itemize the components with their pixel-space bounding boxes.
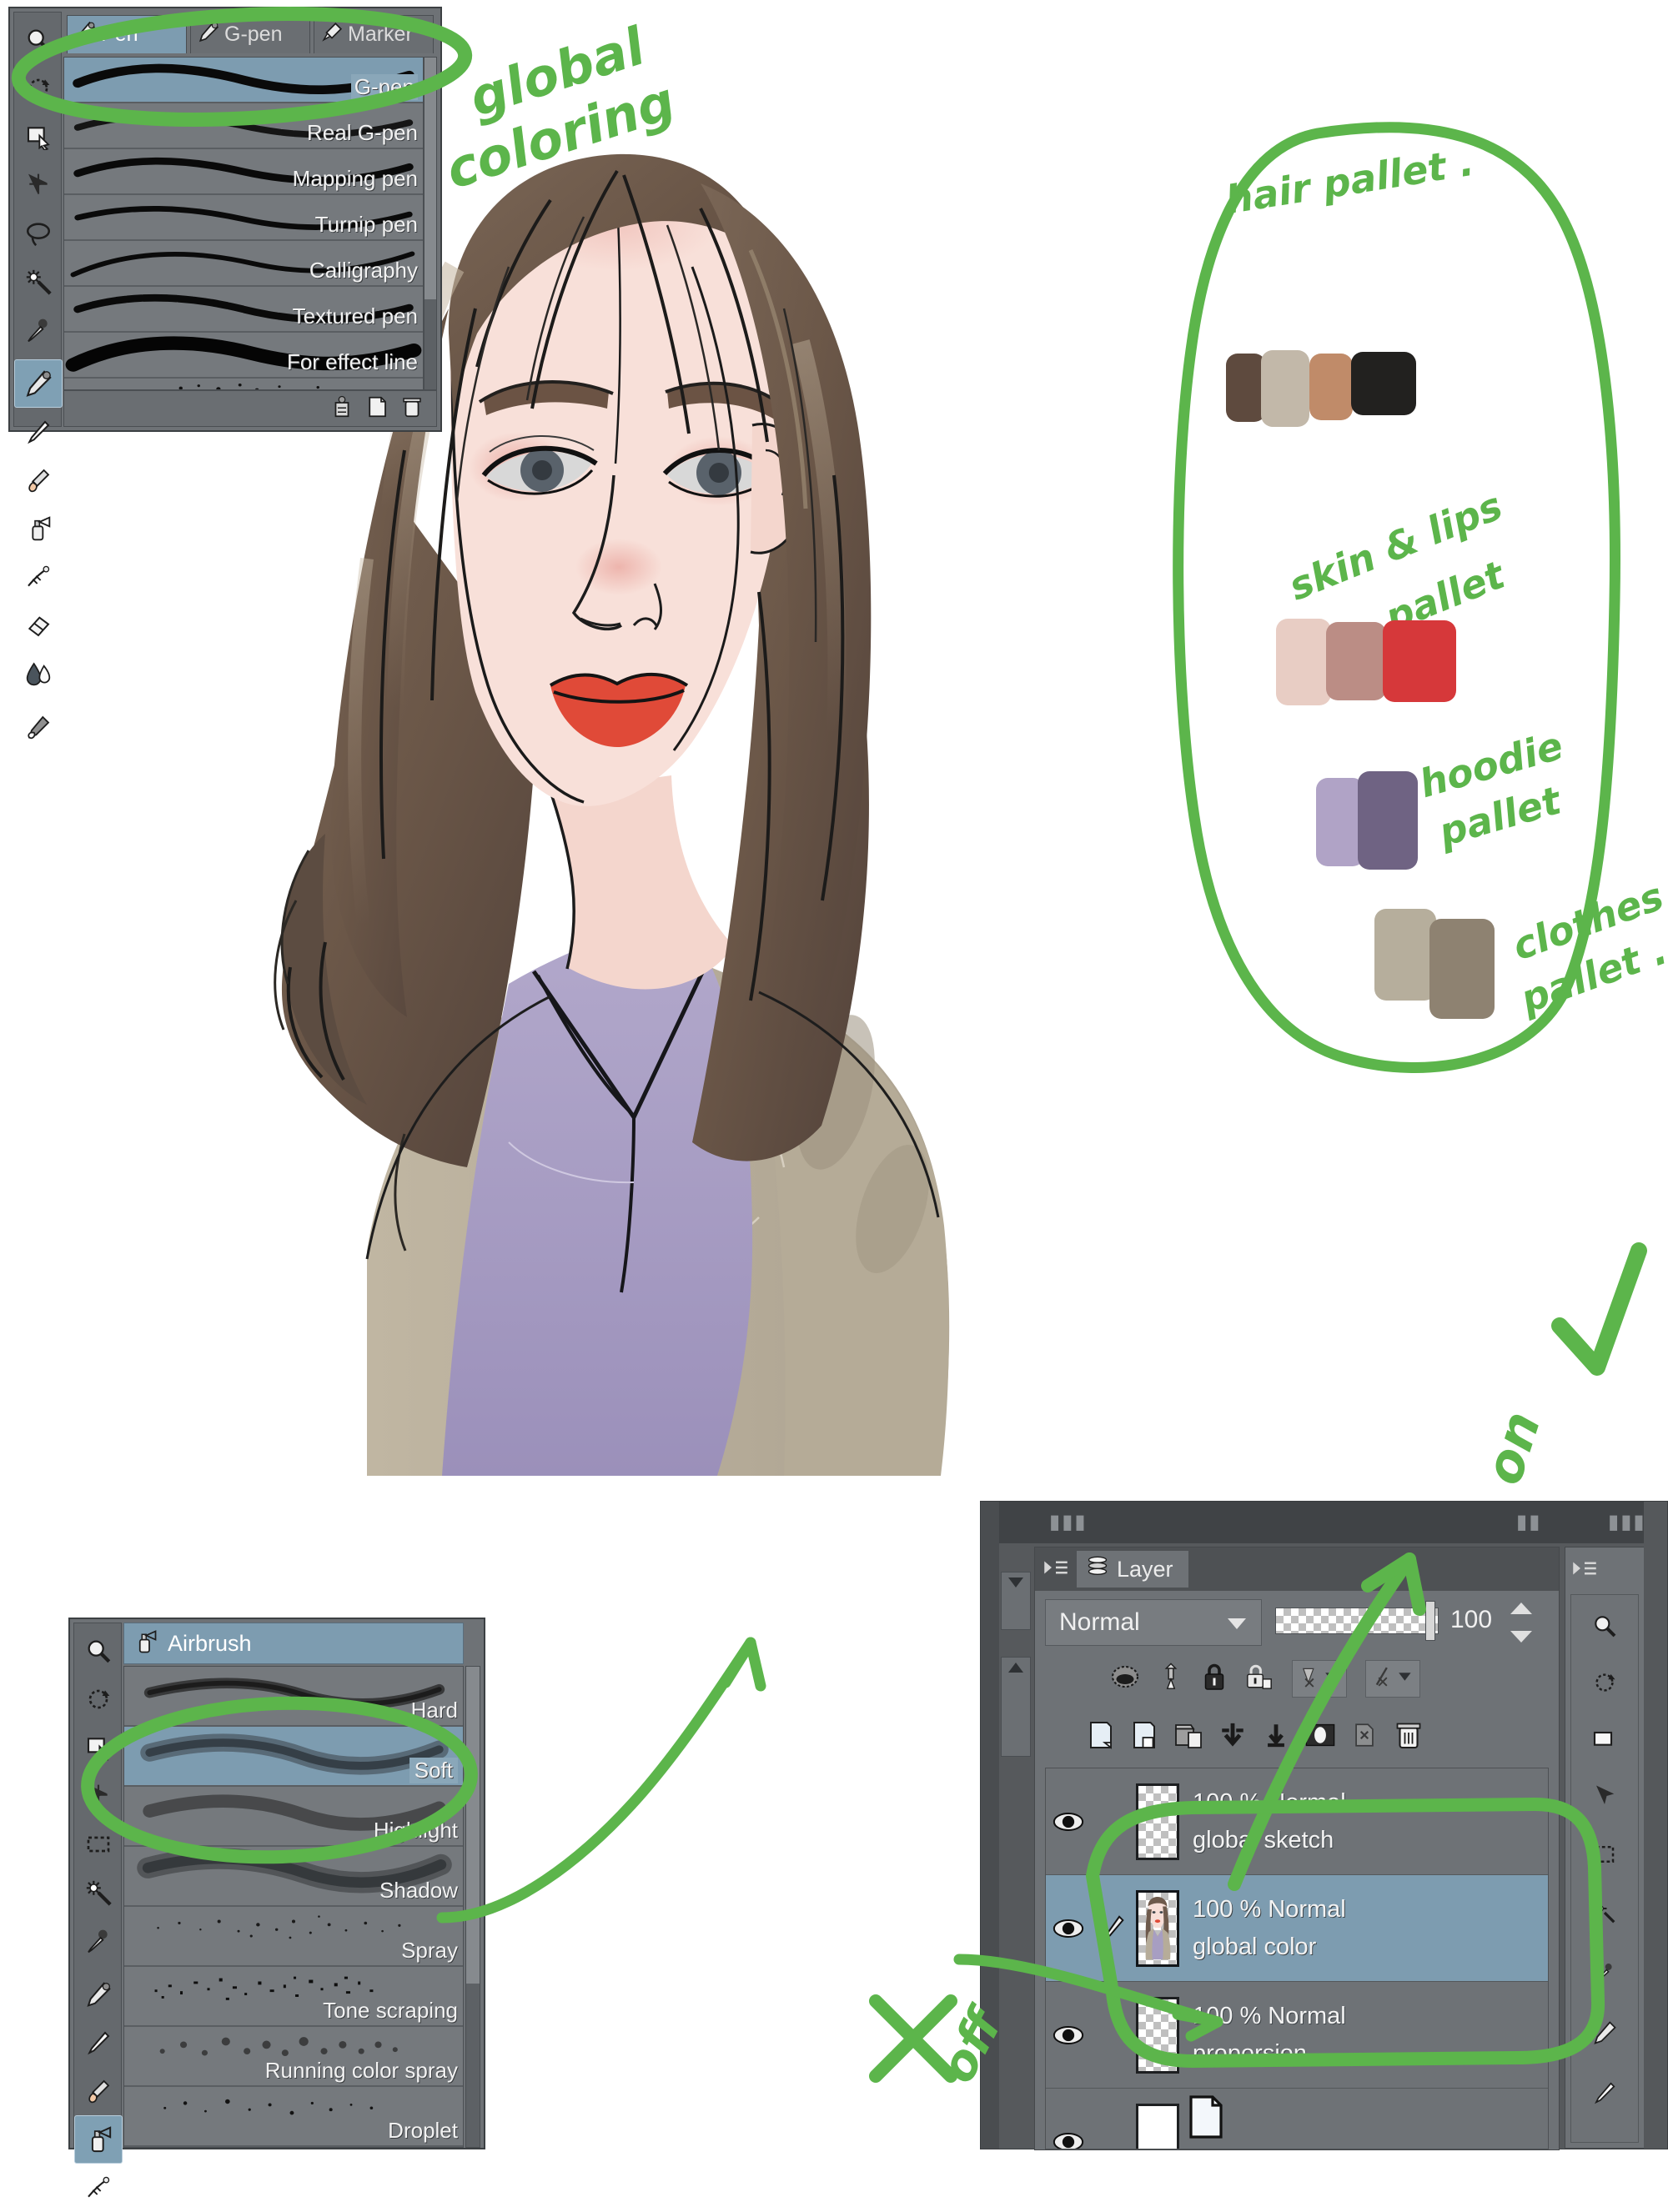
palette-menu-icon[interactable] [1043, 1557, 1068, 1582]
rotate-icon[interactable] [1580, 1658, 1629, 1707]
opacity-stepper[interactable] [1510, 1599, 1532, 1646]
hoodie-palette-swatches [1316, 771, 1466, 871]
annotation-arrow-softbrush [436, 1637, 766, 1924]
hair-palette-swatches [1226, 350, 1460, 427]
brush-item[interactable]: For effect line [64, 333, 423, 379]
window-grip-left[interactable] [981, 1502, 999, 2149]
brush-label: Running color spray [264, 2058, 458, 2083]
swatch [1261, 350, 1309, 427]
visibility-toggle[interactable] [1046, 2131, 1091, 2149]
clothes-palette-swatches [1374, 909, 1541, 1019]
brush-item[interactable]: Running color spray [124, 2027, 463, 2087]
drag-handle-icon[interactable]: ▮▮ [1516, 1510, 1541, 1534]
eraser-icon[interactable] [14, 601, 63, 650]
brush-tool-icon[interactable] [74, 2067, 123, 2115]
gradient-icon[interactable] [14, 703, 63, 751]
brush-item[interactable]: Turnip pen [64, 195, 423, 241]
brush-item[interactable]: Spray [124, 1907, 463, 1967]
table-row[interactable]: Paper [1046, 2089, 1548, 2149]
decoration-icon[interactable] [74, 2164, 123, 2212]
drag-handle-icon[interactable]: ▮▮▮ [1608, 1510, 1646, 1534]
brush-label: Turnip pen [314, 212, 418, 237]
decoration-icon[interactable] [14, 553, 63, 601]
airbrush-header[interactable]: Airbrush [123, 1623, 464, 1664]
swatch [1374, 909, 1436, 1001]
pencil-icon[interactable] [14, 408, 63, 456]
brush-label: Mapping pen [292, 166, 418, 191]
collapse-arrow-left[interactable] [1001, 1572, 1031, 1630]
palette-menu-icon[interactable] [1565, 1547, 1644, 1589]
expand-arrow-left[interactable] [1001, 1657, 1031, 1757]
swatch [1276, 619, 1331, 705]
brush-item[interactable]: DISTRESS • Scratches Random ( [64, 379, 423, 389]
brush-label: Textured pen [292, 303, 418, 329]
pen-tool-icon[interactable] [74, 1970, 123, 2019]
brush-item[interactable]: Calligraphy [64, 241, 423, 287]
airbrush-header-label: Airbrush [168, 1630, 252, 1656]
import-brush-icon[interactable] [329, 394, 354, 424]
brush-panel-footer[interactable] [63, 390, 437, 427]
swatch [1326, 622, 1386, 700]
paper-icon [1188, 2095, 1252, 2149]
blend-icon[interactable] [14, 650, 63, 698]
swatch [1358, 771, 1418, 870]
new-brush-icon[interactable] [364, 394, 389, 424]
pencil-icon[interactable] [74, 2019, 123, 2067]
object-select-icon[interactable] [14, 161, 63, 209]
brush-tool-icon[interactable] [14, 456, 63, 504]
annotation-circle-gpen [11, 7, 473, 127]
swatch [1309, 354, 1353, 420]
swatch [1226, 354, 1266, 422]
annotation-arrow-off [953, 1954, 1223, 2042]
eyedropper-icon[interactable] [74, 1917, 123, 1965]
brush-item[interactable]: Textured pen [64, 287, 423, 333]
brush-label: Tone scraping [323, 1998, 458, 2023]
layer-info: Paper [1188, 2095, 1252, 2149]
airbrush-icon [133, 1629, 158, 1658]
lasso-icon[interactable] [14, 209, 63, 258]
pen-tool-icon[interactable] [14, 359, 63, 408]
brush-label: Droplet [388, 2118, 458, 2143]
layer-thumbnail[interactable] [1136, 2103, 1179, 2149]
delete-brush-icon[interactable] [399, 394, 425, 424]
magnifier-icon[interactable] [1580, 1602, 1629, 1650]
airbrush-icon[interactable] [74, 2115, 123, 2164]
swatch [1383, 620, 1456, 702]
annotation-circle-soft [81, 1696, 478, 1864]
swatch [1429, 919, 1495, 1019]
swatch [1351, 352, 1416, 415]
magnifier-icon[interactable] [74, 1627, 123, 1675]
brush-label: Spray [401, 1938, 458, 1963]
brush-label: Calligraphy [309, 258, 418, 283]
eyedropper-icon[interactable] [14, 306, 63, 354]
magic-wand-icon[interactable] [14, 258, 63, 306]
skin-palette-swatches [1276, 617, 1493, 709]
airbrush-icon[interactable] [14, 504, 63, 553]
window-grip-right[interactable] [1644, 1502, 1667, 2149]
annotation-check-on [1551, 1242, 1647, 1376]
brush-item[interactable]: Droplet [124, 2087, 463, 2147]
brush-item[interactable]: Tone scraping [124, 1967, 463, 2027]
brush-label: For effect line [286, 349, 418, 374]
